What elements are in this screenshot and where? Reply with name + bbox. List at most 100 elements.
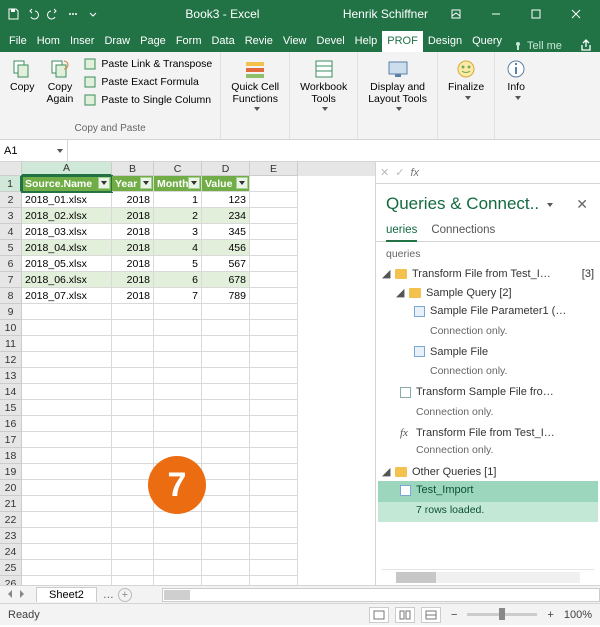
cell[interactable]: [202, 464, 250, 480]
cell[interactable]: [154, 544, 202, 560]
cell[interactable]: [22, 432, 112, 448]
cell[interactable]: [202, 496, 250, 512]
filter-icon[interactable]: [98, 177, 110, 189]
cell[interactable]: [250, 320, 298, 336]
cell[interactable]: [154, 528, 202, 544]
cell[interactable]: [202, 384, 250, 400]
tab-developer[interactable]: Devel: [312, 31, 350, 52]
cell[interactable]: [250, 304, 298, 320]
cell[interactable]: 2018_03.xlsx: [22, 224, 112, 240]
cell[interactable]: [112, 528, 154, 544]
cell[interactable]: [202, 400, 250, 416]
cell[interactable]: [202, 528, 250, 544]
finalize-button[interactable]: Finalize: [444, 56, 488, 102]
tree-item[interactable]: Sample File Parameter1 (…: [378, 302, 598, 323]
row-header[interactable]: 17: [0, 432, 22, 448]
cell[interactable]: [202, 432, 250, 448]
tab-connections[interactable]: Connections: [431, 220, 495, 241]
tree-item[interactable]: Transform Sample File fro…: [378, 383, 598, 404]
tree-group[interactable]: ◢Transform File from Test_I…[3]: [378, 264, 598, 283]
filter-icon[interactable]: [140, 177, 152, 189]
cell[interactable]: 2018_05.xlsx: [22, 256, 112, 272]
cell[interactable]: [202, 304, 250, 320]
tree-group[interactable]: ◢Other Queries [1]: [378, 462, 598, 481]
zoom-slider[interactable]: [467, 613, 537, 616]
qat-customize-icon[interactable]: [84, 5, 102, 23]
row-header[interactable]: 14: [0, 384, 22, 400]
column-header[interactable]: B: [112, 162, 154, 176]
select-all-corner[interactable]: [0, 162, 22, 176]
cell[interactable]: [112, 304, 154, 320]
cell[interactable]: [202, 480, 250, 496]
cell[interactable]: [250, 368, 298, 384]
row-header[interactable]: 12: [0, 352, 22, 368]
row-header[interactable]: 5: [0, 240, 22, 256]
new-sheet-button[interactable]: +: [118, 588, 132, 602]
cell[interactable]: [250, 192, 298, 208]
account-name[interactable]: Henrik Schiffner: [343, 7, 428, 21]
cell[interactable]: [250, 496, 298, 512]
tab-draw[interactable]: Draw: [99, 31, 135, 52]
row-header[interactable]: 1: [0, 176, 22, 192]
cell[interactable]: 2018: [112, 272, 154, 288]
cell[interactable]: 2: [154, 208, 202, 224]
row-header[interactable]: 19: [0, 464, 22, 480]
paste-exact-formula-button[interactable]: Paste Exact Formula: [81, 74, 214, 90]
cell[interactable]: 234: [202, 208, 250, 224]
cell[interactable]: 2018: [112, 224, 154, 240]
cell[interactable]: 2018_04.xlsx: [22, 240, 112, 256]
cell[interactable]: [202, 544, 250, 560]
cell[interactable]: 2018: [112, 208, 154, 224]
cell[interactable]: [202, 512, 250, 528]
column-header[interactable]: D: [202, 162, 250, 176]
quick-cell-functions-button[interactable]: Quick Cell Functions: [227, 56, 283, 113]
tab-prof[interactable]: PROF: [382, 31, 423, 52]
tab-queries[interactable]: ueries: [386, 220, 417, 242]
paste-single-column-button[interactable]: Paste to Single Column: [81, 92, 214, 108]
cell[interactable]: 345: [202, 224, 250, 240]
cell[interactable]: [154, 352, 202, 368]
cell[interactable]: [202, 336, 250, 352]
undo-icon[interactable]: [24, 5, 42, 23]
cell[interactable]: 6: [154, 272, 202, 288]
zoom-level[interactable]: 100%: [564, 609, 592, 621]
cell[interactable]: [22, 480, 112, 496]
paste-link-transpose-button[interactable]: Paste Link & Transpose: [81, 56, 214, 72]
name-box[interactable]: A1: [0, 140, 68, 161]
cell[interactable]: 7: [154, 288, 202, 304]
cell[interactable]: 2018: [112, 240, 154, 256]
cell[interactable]: [154, 336, 202, 352]
tree-item-selected[interactable]: Test_Import: [378, 481, 598, 502]
cell[interactable]: [250, 560, 298, 576]
row-header[interactable]: 10: [0, 320, 22, 336]
cell[interactable]: 2018: [112, 256, 154, 272]
cell[interactable]: [154, 320, 202, 336]
zoom-out-button[interactable]: −: [447, 609, 461, 621]
cell[interactable]: 123: [202, 192, 250, 208]
sheet-overflow[interactable]: …: [103, 589, 114, 601]
cell[interactable]: [22, 400, 112, 416]
cell[interactable]: 567: [202, 256, 250, 272]
tab-design[interactable]: Design: [423, 31, 467, 52]
row-header[interactable]: 8: [0, 288, 22, 304]
save-icon[interactable]: [4, 5, 22, 23]
table-header-cell[interactable]: Year: [112, 176, 154, 192]
row-header[interactable]: 15: [0, 400, 22, 416]
row-header[interactable]: 13: [0, 368, 22, 384]
cell[interactable]: [154, 512, 202, 528]
cell[interactable]: [250, 336, 298, 352]
info-button[interactable]: Info: [501, 56, 531, 102]
cell[interactable]: [22, 304, 112, 320]
cell[interactable]: [112, 368, 154, 384]
cell[interactable]: [112, 352, 154, 368]
row-header[interactable]: 3: [0, 208, 22, 224]
sheet-tab[interactable]: Sheet2: [36, 587, 97, 602]
row-header[interactable]: 22: [0, 512, 22, 528]
cell[interactable]: [154, 384, 202, 400]
cell[interactable]: [112, 432, 154, 448]
cell[interactable]: 2018_01.xlsx: [22, 192, 112, 208]
tab-page[interactable]: Page: [135, 31, 171, 52]
cell[interactable]: [154, 416, 202, 432]
qat-icon[interactable]: [64, 5, 82, 23]
cell[interactable]: [250, 432, 298, 448]
